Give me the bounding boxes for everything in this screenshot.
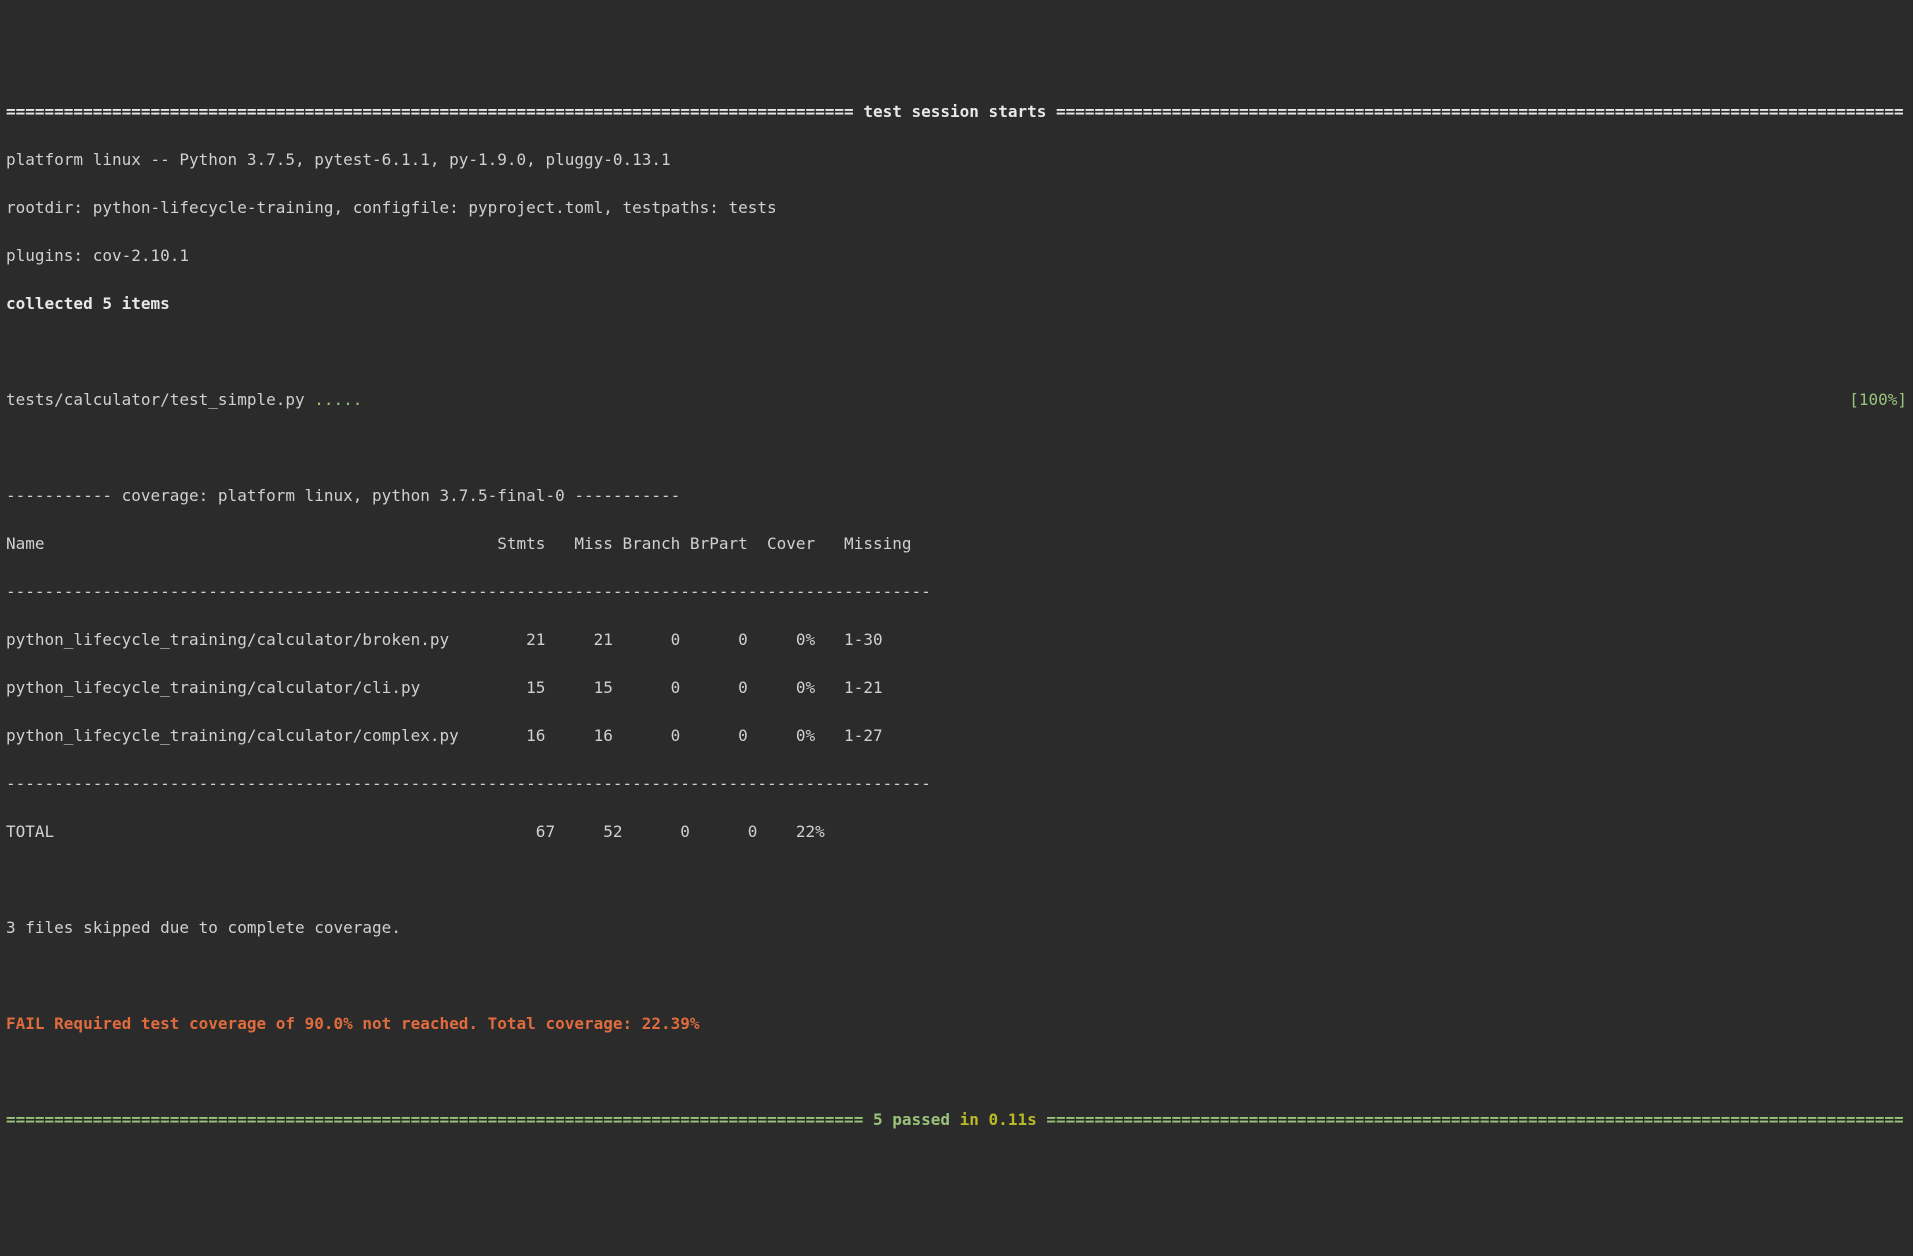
blank-line bbox=[6, 436, 1907, 460]
collected-line: collected 5 items bbox=[6, 292, 1907, 316]
coverage-skipped: 3 files skipped due to complete coverage… bbox=[6, 916, 1907, 940]
coverage-row: python_lifecycle_training/calculator/com… bbox=[6, 724, 1907, 748]
blank-line bbox=[6, 340, 1907, 364]
summary-timing: in 0.11s bbox=[950, 1108, 1037, 1132]
coverage-header: ----------- coverage: platform linux, py… bbox=[6, 484, 1907, 508]
rootdir-line: rootdir: python-lifecycle-training, conf… bbox=[6, 196, 1907, 220]
coverage-rule-top: ----------------------------------------… bbox=[6, 580, 1907, 604]
plugins-line: plugins: cov-2.10.1 bbox=[6, 244, 1907, 268]
progress-percent: [100%] bbox=[1849, 388, 1907, 412]
summary-line: ========================================… bbox=[6, 1108, 1907, 1132]
session-header-line: ========================================… bbox=[6, 100, 1907, 124]
summary-rule-right: ========================================… bbox=[1037, 1108, 1904, 1132]
coverage-columns: Name Stmts Miss Branch BrPart Cover Miss… bbox=[6, 532, 1907, 556]
coverage-row: python_lifecycle_training/calculator/bro… bbox=[6, 628, 1907, 652]
test-file: tests/calculator/test_simple.py bbox=[6, 388, 314, 412]
blank-line bbox=[6, 1060, 1907, 1084]
coverage-row: python_lifecycle_training/calculator/cli… bbox=[6, 676, 1907, 700]
session-rule-left: ========================================… bbox=[6, 100, 863, 124]
session-rule-right: ========================================… bbox=[1046, 100, 1903, 124]
coverage-fail: FAIL Required test coverage of 90.0% not… bbox=[6, 1012, 1907, 1036]
blank-line bbox=[6, 868, 1907, 892]
blank-line bbox=[6, 964, 1907, 988]
platform-line: platform linux -- Python 3.7.5, pytest-6… bbox=[6, 148, 1907, 172]
session-title: test session starts bbox=[863, 100, 1046, 124]
coverage-rule-bottom: ----------------------------------------… bbox=[6, 772, 1907, 796]
coverage-total: TOTAL 67 52 0 0 22% bbox=[6, 820, 1907, 844]
test-dots: ..... bbox=[314, 388, 362, 412]
test-file-line: tests/calculator/test_simple.py ..... [10… bbox=[6, 388, 1907, 412]
summary-passed: 5 passed bbox=[873, 1108, 950, 1132]
summary-rule-left: ========================================… bbox=[6, 1108, 873, 1132]
spacer bbox=[362, 388, 1849, 412]
